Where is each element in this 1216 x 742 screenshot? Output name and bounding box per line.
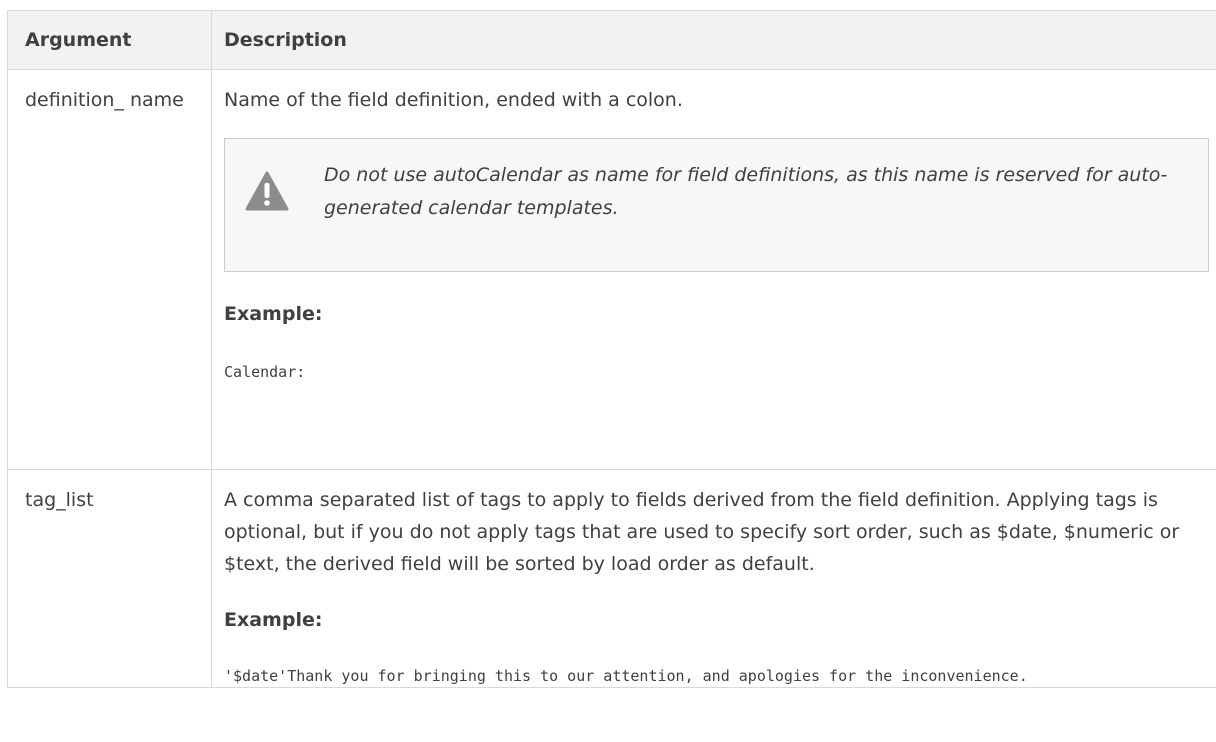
argument-cell: tag_list <box>7 469 212 688</box>
example-heading: Example: <box>224 303 323 325</box>
example-heading: Example: <box>224 609 323 631</box>
description-cell: Name of the field definition, ended with… <box>211 69 1216 470</box>
table-row: definition_ name Name of the field defin… <box>7 69 1216 470</box>
table-row: tag_list A comma separated list of tags … <box>7 469 1216 688</box>
description-text: A comma separated list of tags to apply … <box>224 489 1180 575</box>
description-text: Name of the field definition, ended with… <box>224 89 683 111</box>
description-column-header: Description <box>211 10 1216 70</box>
arguments-table: Argument Description definition_ name Na… <box>7 10 1216 688</box>
example-code: Calendar: <box>224 363 306 381</box>
warning-text: Do not use autoCalendar as name for fiel… <box>324 164 1168 219</box>
warning-callout: Do not use autoCalendar as name for fiel… <box>224 138 1209 272</box>
warning-triangle-icon <box>245 171 289 211</box>
argument-column-header: Argument <box>7 10 212 70</box>
argument-cell: definition_ name <box>7 69 212 470</box>
description-cell: A comma separated list of tags to apply … <box>211 469 1216 688</box>
example-code: '$date'Thank you for bringing this to ou… <box>224 667 1028 685</box>
table-header-row: Argument Description <box>7 10 1216 70</box>
